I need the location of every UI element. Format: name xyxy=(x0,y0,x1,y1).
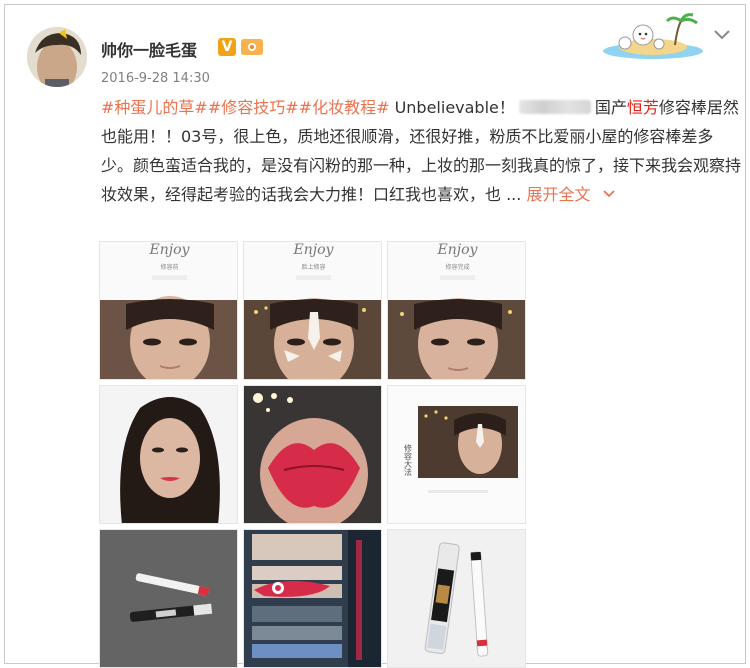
image-caption: 修容前 xyxy=(160,263,178,271)
chevron-down-icon[interactable] xyxy=(713,27,731,41)
hashtag-link[interactable]: #化妆教程# xyxy=(299,98,390,117)
enjoy-logo: Enjoy xyxy=(149,242,191,258)
photo-thumbnail[interactable] xyxy=(99,529,238,668)
hashtag-link[interactable]: #修容技巧# xyxy=(208,98,299,117)
hashtag-link[interactable]: #种蛋儿的草# xyxy=(101,98,208,117)
photo-thumbnail[interactable] xyxy=(387,529,526,668)
photo-thumbnail[interactable]: Enjoy 脸上修容 xyxy=(243,241,382,380)
expand-chevron-icon xyxy=(602,190,615,198)
photo-thumbnail[interactable] xyxy=(99,385,238,524)
verified-v-icon: V xyxy=(218,38,236,56)
post-timestamp[interactable]: 2016-9-28 14:30 xyxy=(101,71,210,86)
brand-link[interactable]: 恒芳 xyxy=(627,98,659,117)
photo-thumbnail[interactable] xyxy=(243,529,382,668)
expand-full-text-link[interactable]: 展开全文 xyxy=(526,185,615,204)
post-text: #种蛋儿的草##修容技巧##化妆教程# Unbelievable！ 国产恒芳修容棒… xyxy=(101,93,741,209)
username[interactable]: 帅你一脸毛蛋 xyxy=(101,37,197,61)
expand-label: 展开全文 xyxy=(526,185,591,204)
image-caption: 修容完成 xyxy=(445,263,469,271)
blurred-text xyxy=(518,100,591,114)
post-text-segment: 国产 xyxy=(594,98,627,117)
photo-thumbnail[interactable]: Enjoy 修容前 xyxy=(99,241,238,380)
image-caption: 脸上修容 xyxy=(301,263,325,271)
avatar[interactable] xyxy=(27,27,87,87)
photo-thumbnail[interactable]: Enjoy 修容完成 xyxy=(387,241,526,380)
post-text-segment: Unbelievable！ xyxy=(389,98,515,117)
member-level-icon xyxy=(241,39,263,55)
image-caption: 修容大法 xyxy=(404,443,413,477)
photo-thumbnail[interactable] xyxy=(243,385,382,524)
enjoy-logo: Enjoy xyxy=(437,242,479,258)
island-decoration xyxy=(601,13,705,59)
weibo-post-card: 帅你一脸毛蛋 V 2016-9-28 14:30 #种蛋儿的草##修容技巧##化 xyxy=(4,4,746,668)
enjoy-logo: Enjoy xyxy=(293,242,335,258)
photo-thumbnail[interactable]: 修容大法 xyxy=(387,385,526,524)
